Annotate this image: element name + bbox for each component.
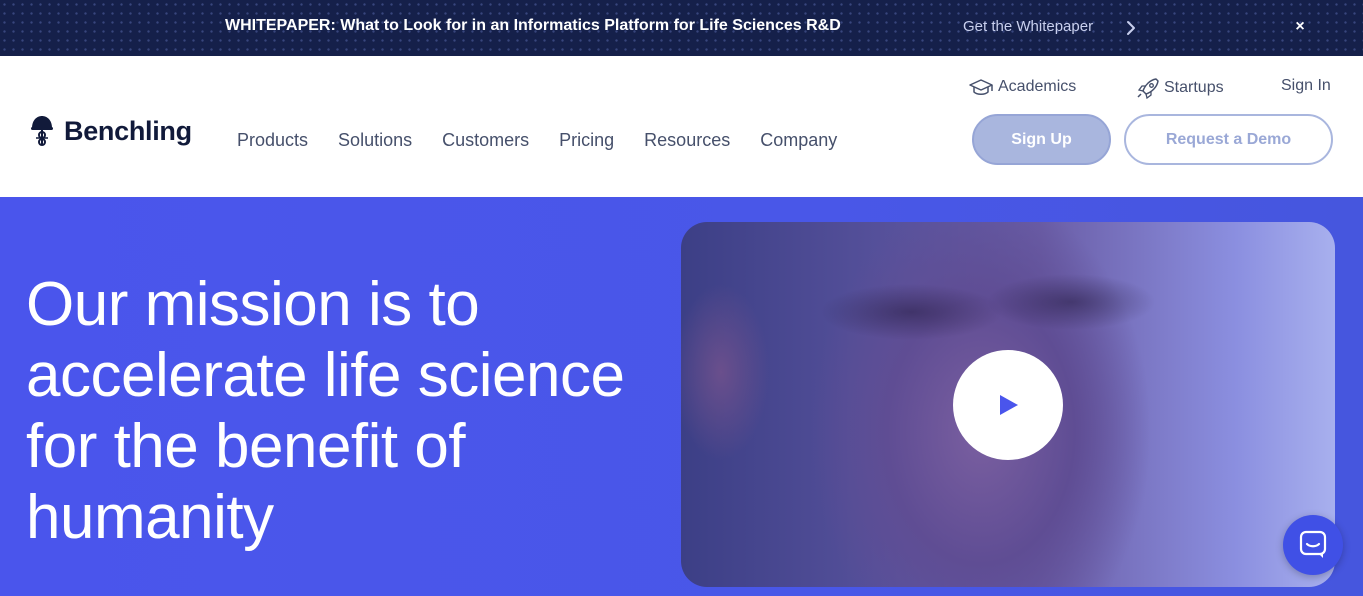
- academics-label: Academics: [998, 78, 1077, 95]
- startups-label: Startups: [1164, 79, 1224, 96]
- hero-section: Our mission is to accelerate life scienc…: [0, 197, 1363, 596]
- chevron-right-icon[interactable]: [1124, 18, 1138, 38]
- request-demo-button[interactable]: Request a Demo: [1124, 114, 1333, 165]
- chat-button[interactable]: [1283, 515, 1343, 575]
- graduation-cap-icon: [969, 79, 993, 95]
- main-nav: Products Solutions Customers Pricing Res…: [237, 130, 867, 151]
- hero-video[interactable]: [681, 222, 1335, 587]
- close-icon[interactable]: ×: [1290, 17, 1310, 37]
- play-button[interactable]: [953, 350, 1063, 460]
- play-icon: [1000, 395, 1018, 415]
- hero-title-line: for the benefit of: [26, 412, 466, 481]
- sign-in-link[interactable]: Sign In: [1281, 77, 1331, 95]
- nav-pricing[interactable]: Pricing: [559, 130, 614, 151]
- nav-resources[interactable]: Resources: [644, 130, 730, 151]
- benchling-logo-icon: [31, 116, 53, 146]
- startups-link[interactable]: Startups: [1136, 77, 1224, 99]
- nav-solutions[interactable]: Solutions: [338, 130, 412, 151]
- rocket-icon: [1137, 78, 1159, 99]
- hero-title: Our mission is to accelerate life scienc…: [26, 269, 666, 553]
- chat-icon: [1299, 530, 1327, 558]
- logo[interactable]: Benchling: [28, 114, 192, 148]
- hero-title-line: humanity: [26, 483, 274, 552]
- site-header: Benchling Products Solutions Customers P…: [0, 56, 1363, 197]
- get-whitepaper-link[interactable]: Get the Whitepaper: [963, 18, 1093, 35]
- hero-title-line: accelerate life science: [26, 341, 625, 410]
- nav-products[interactable]: Products: [237, 130, 308, 151]
- hero-title-line: Our mission is to: [26, 270, 480, 339]
- banner-text: WHITEPAPER: What to Look for in an Infor…: [225, 17, 841, 34]
- nav-customers[interactable]: Customers: [442, 130, 529, 151]
- nav-company[interactable]: Company: [760, 130, 837, 151]
- logo-text: Benchling: [64, 115, 192, 146]
- announcement-banner: WHITEPAPER: What to Look for in an Infor…: [0, 0, 1363, 56]
- sign-up-button[interactable]: Sign Up: [972, 114, 1111, 165]
- academics-link[interactable]: Academics: [968, 77, 1076, 97]
